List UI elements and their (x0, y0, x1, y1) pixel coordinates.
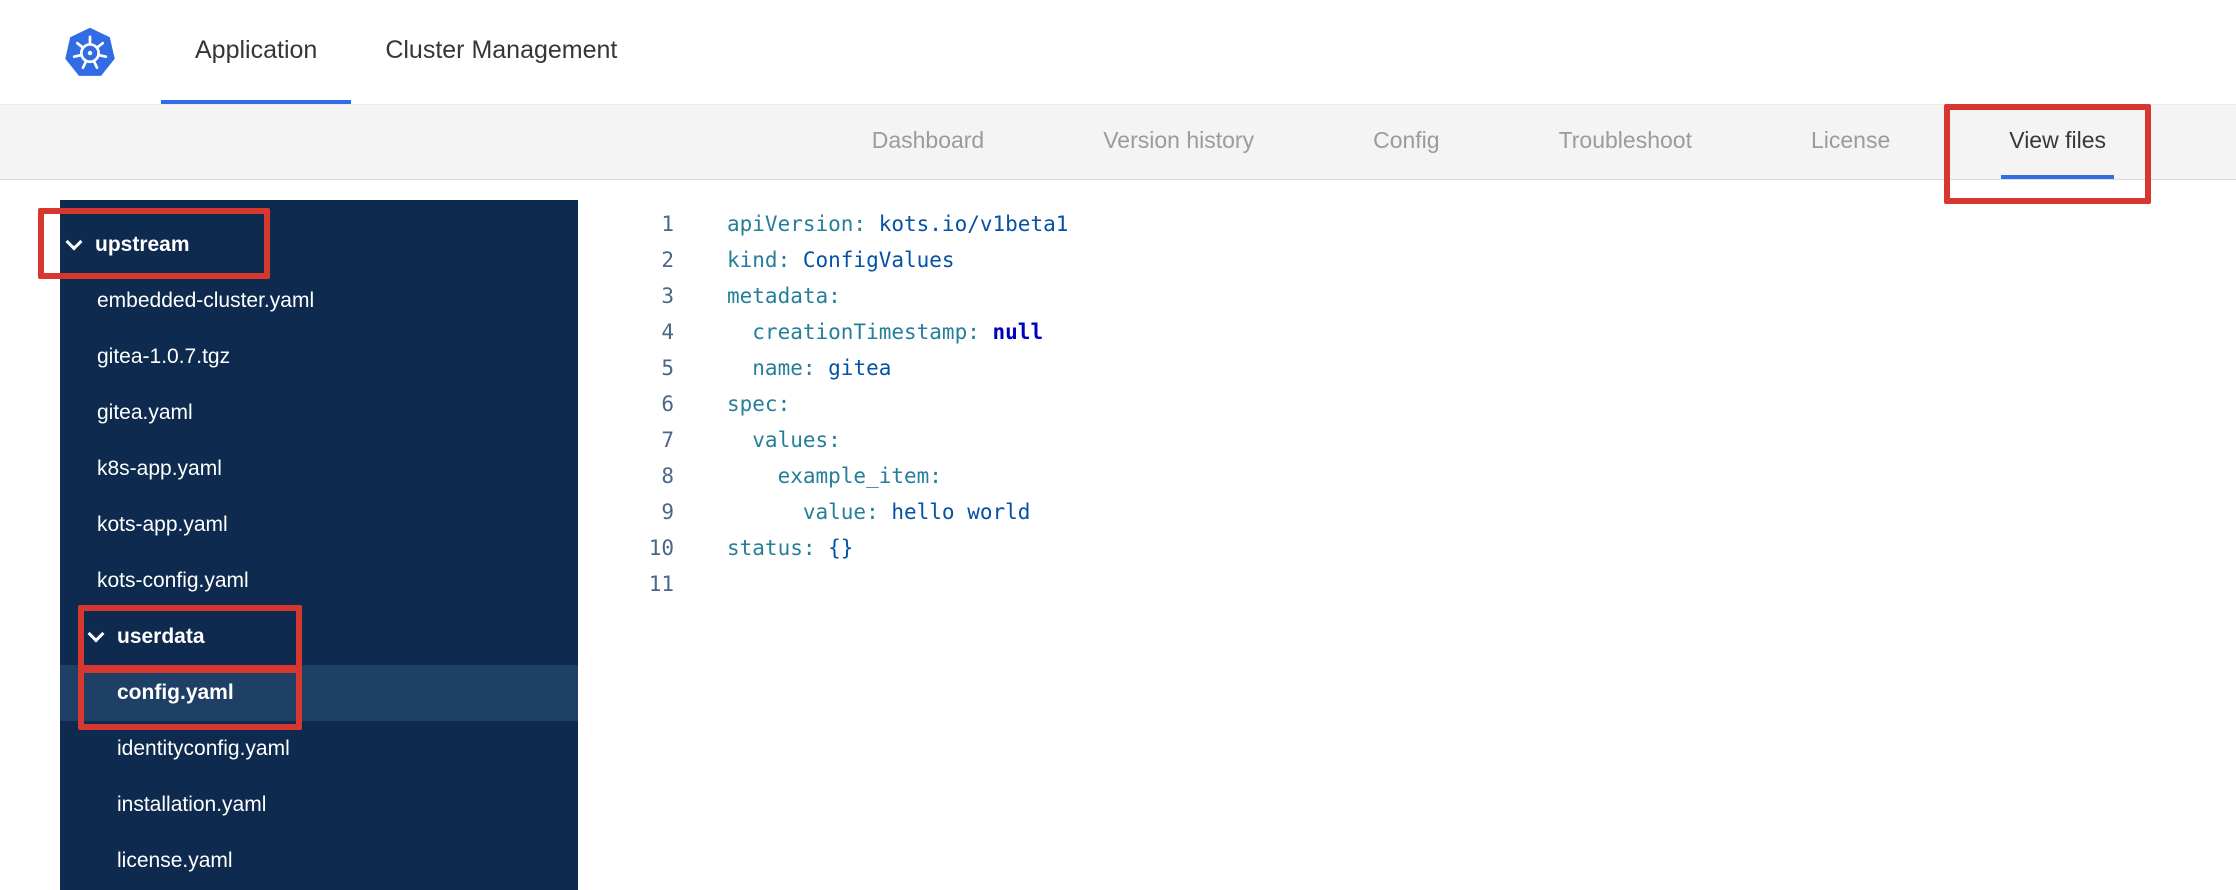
tree-file-embedded-cluster-yaml[interactable]: embedded-cluster.yaml (60, 273, 578, 329)
app-header: Application Cluster Management (0, 0, 2236, 104)
line-number: 6 (661, 392, 674, 416)
yaml-value-token: ConfigValues (790, 248, 955, 272)
tree-folder-upstream[interactable]: upstream (60, 217, 578, 273)
yaml-key-token: status: (727, 536, 816, 560)
yaml-key-token: creationTimestamp: (727, 320, 980, 344)
yaml-key-token: example_item: (727, 464, 942, 488)
tree-file-kots-config-yaml[interactable]: kots-config.yaml (60, 553, 578, 609)
code-line: 6 spec: (578, 386, 2236, 422)
yaml-key-token: name: (727, 356, 816, 380)
subnav-tab-config[interactable]: Config (1365, 105, 1447, 179)
code-line: 2 kind: ConfigValues (578, 242, 2236, 278)
line-number: 10 (648, 536, 674, 560)
header-tab-cluster-management[interactable]: Cluster Management (351, 0, 651, 104)
file-viewer[interactable]: 1 apiVersion: kots.io/v1beta1 2 kind: Confi… (578, 200, 2236, 890)
chevron-down-icon (65, 233, 83, 251)
tree-file-gitea-1-0-7-tgz[interactable]: gitea-1.0.7.tgz (60, 329, 578, 385)
tree-folder-userdata[interactable]: userdata (60, 609, 578, 665)
yaml-key-token: values: (727, 428, 841, 452)
code-content: value: hello world (727, 494, 1031, 530)
subnav-tab-troubleshoot[interactable]: Troubleshoot (1551, 105, 1700, 179)
yaml-key-token: kind: (727, 248, 791, 272)
tree-item-label: gitea.yaml (97, 401, 193, 424)
tree-item-label: kots-config.yaml (97, 569, 249, 592)
line-number: 4 (661, 320, 674, 344)
tree-item-label: identityconfig.yaml (117, 737, 290, 760)
code-content: creationTimestamp: null (727, 314, 1043, 350)
header-tab-application[interactable]: Application (161, 0, 352, 104)
line-number: 1 (661, 212, 674, 236)
line-number: 11 (648, 572, 674, 596)
subnav-tab-view-files[interactable]: View files (2001, 105, 2114, 179)
code-content: metadata: (727, 278, 841, 314)
chevron-down-icon (87, 625, 105, 643)
tree-item-label: license.yaml (117, 849, 233, 872)
file-tree: upstream embedded-cluster.yaml gitea-1.0.7… (60, 200, 578, 890)
tree-file-kots-app-yaml[interactable]: kots-app.yaml (60, 497, 578, 553)
yaml-key-token: spec: (727, 392, 791, 416)
line-number: 3 (661, 284, 674, 308)
tree-file-k8s-app-yaml[interactable]: k8s-app.yaml (60, 441, 578, 497)
yaml-value-token: hello world (878, 500, 1031, 524)
code-line: 9 value: hello world (578, 494, 2236, 530)
code-line: 5 name: gitea (578, 350, 2236, 386)
tree-item-label: kots-app.yaml (97, 513, 228, 536)
tree-item-label: config.yaml (117, 681, 234, 704)
tree-item-label: k8s-app.yaml (97, 457, 222, 480)
yaml-key-token: metadata: (727, 284, 841, 308)
tree-file-config-yaml[interactable]: config.yaml (60, 665, 578, 721)
code-content: status: {} (727, 530, 853, 566)
line-number: 5 (661, 356, 674, 380)
kubernetes-logo-icon (63, 25, 117, 79)
yaml-value-token: {} (815, 536, 854, 560)
subnav-tab-license[interactable]: License (1803, 105, 1898, 179)
tree-file-gitea-yaml[interactable]: gitea.yaml (60, 385, 578, 441)
code-line: 7 values: (578, 422, 2236, 458)
tree-file-identityconfig-yaml[interactable]: identityconfig.yaml (60, 721, 578, 777)
code-line: 1 apiVersion: kots.io/v1beta1 (578, 206, 2236, 242)
yaml-keyword-token: null (979, 320, 1044, 344)
yaml-value-token: gitea (815, 356, 892, 380)
code-line: 11 (578, 566, 2236, 602)
code-line: 4 creationTimestamp: null (578, 314, 2236, 350)
code-line: 3 metadata: (578, 278, 2236, 314)
code-content: spec: (727, 386, 790, 422)
editor-lines: 1 apiVersion: kots.io/v1beta1 2 kind: Confi… (578, 206, 2236, 602)
line-number: 8 (661, 464, 674, 488)
code-content: example_item: (727, 458, 942, 494)
code-content: name: gitea (727, 350, 891, 386)
subnav-tab-version-history[interactable]: Version history (1095, 105, 1262, 179)
code-line: 10 status: {} (578, 530, 2236, 566)
yaml-key-token: value: (727, 500, 879, 524)
yaml-key-token: apiVersion: (727, 212, 867, 236)
header-tabs: Application Cluster Management (161, 0, 651, 104)
tree-file-installation-yaml[interactable]: installation.yaml (60, 777, 578, 833)
tree-file-license-yaml[interactable]: license.yaml (60, 833, 578, 889)
tree-item-label: embedded-cluster.yaml (97, 289, 315, 312)
code-line: 8 example_item: (578, 458, 2236, 494)
code-content: kind: ConfigValues (727, 242, 955, 278)
line-number: 7 (661, 428, 674, 452)
code-content: apiVersion: kots.io/v1beta1 (727, 206, 1068, 242)
tree-item-label: upstream (95, 233, 190, 256)
line-number: 9 (661, 500, 674, 524)
subnav-tab-dashboard[interactable]: Dashboard (864, 105, 993, 179)
tree-item-label: gitea-1.0.7.tgz (97, 345, 231, 368)
yaml-value-token: kots.io/v1beta1 (866, 212, 1069, 236)
tree-item-label: installation.yaml (117, 793, 267, 816)
tree-item-label: userdata (117, 625, 205, 648)
subnav-tabs: Dashboard Version history Config Troublesho… (0, 104, 2236, 180)
code-content: values: (727, 422, 841, 458)
line-number: 2 (661, 248, 674, 272)
